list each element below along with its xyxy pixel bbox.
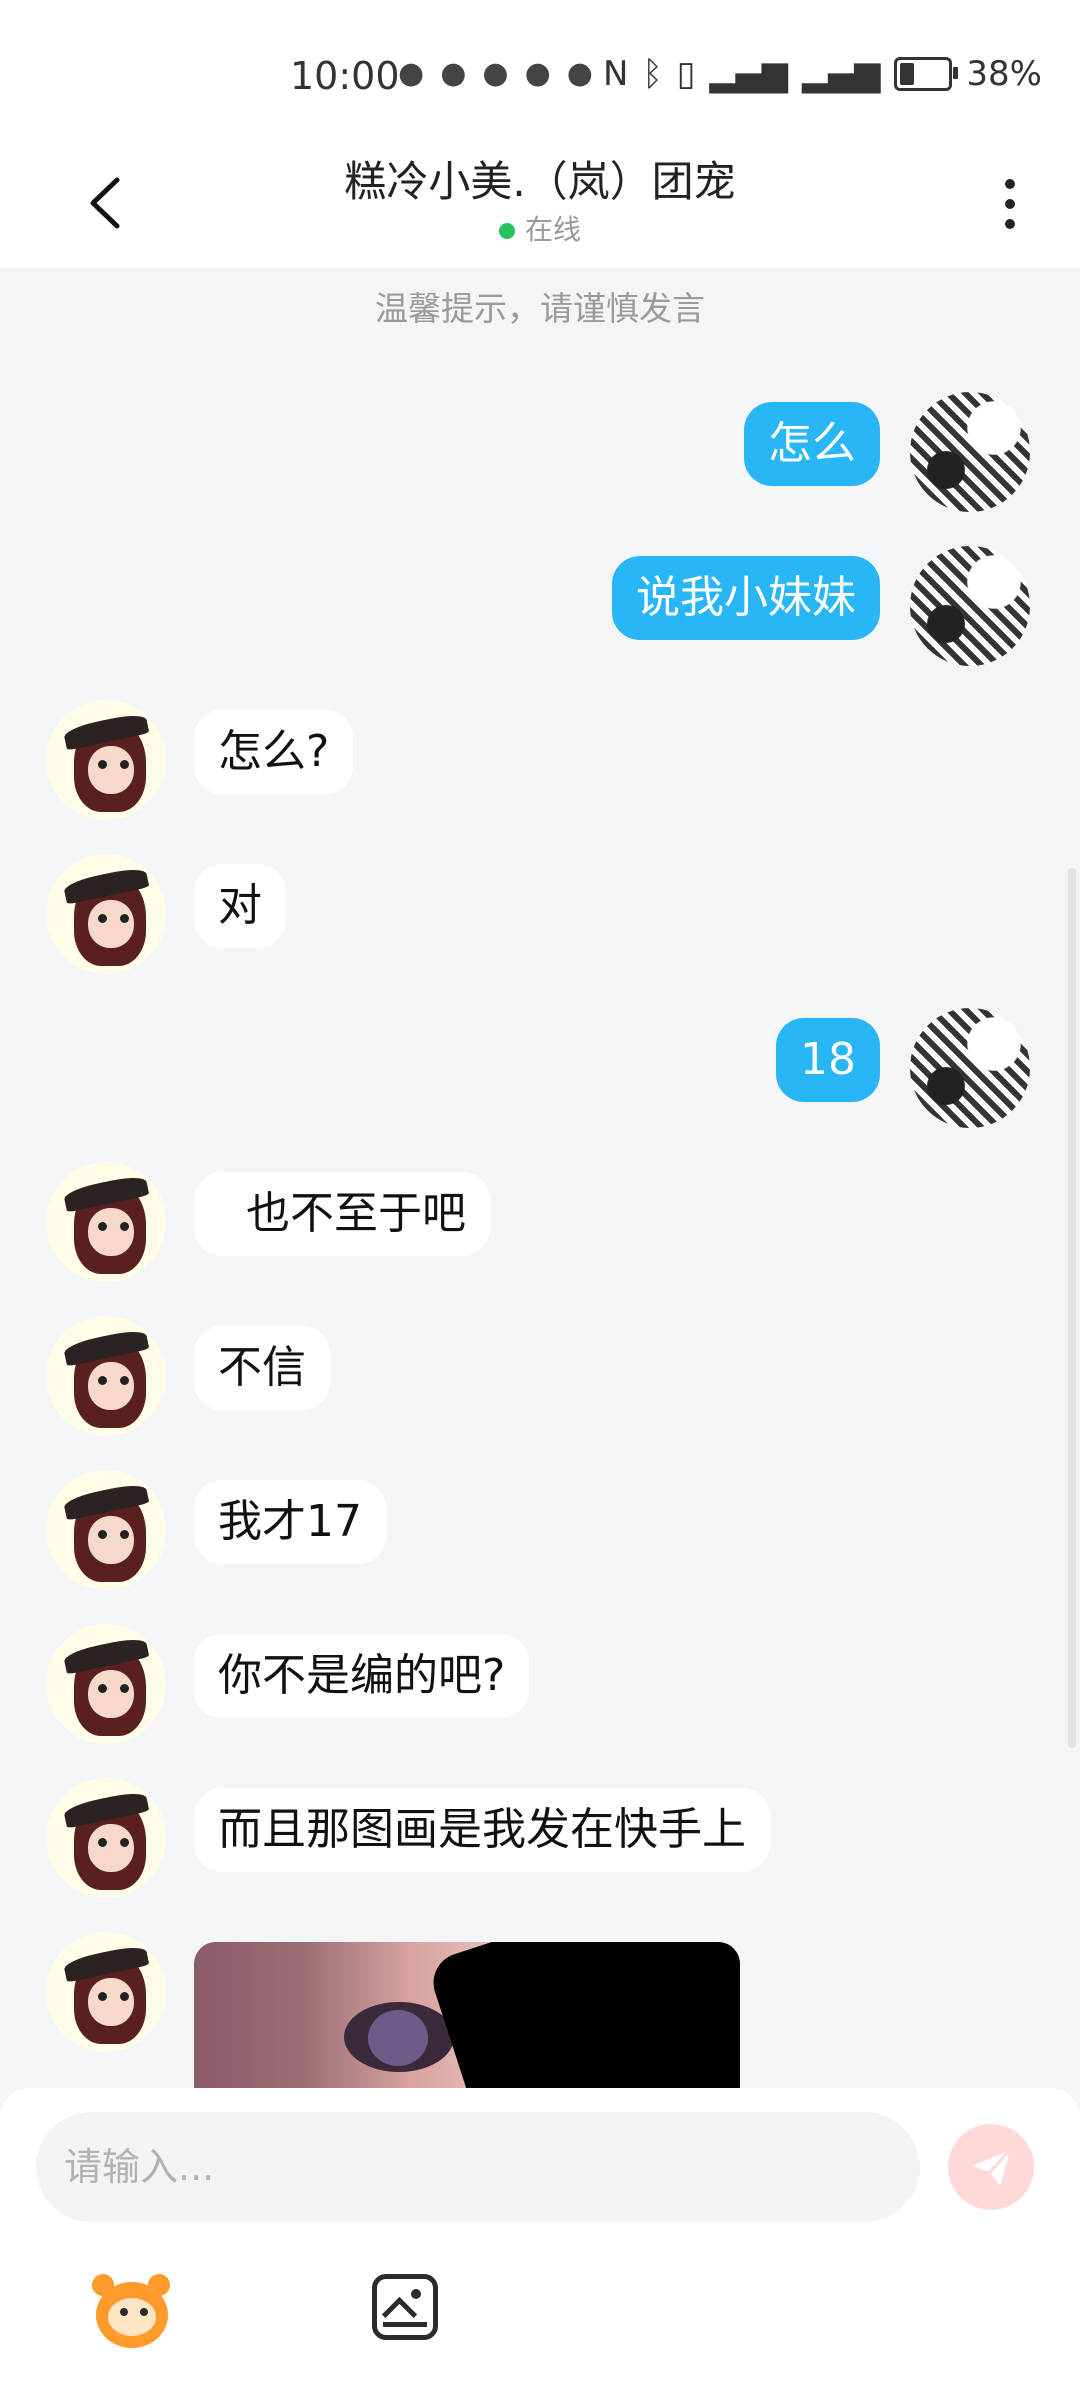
- notification-icons: ● ● ● ● ●: [398, 56, 593, 91]
- system-status: N ᛒ ▯ ▂▄▆ ▂▄▆ 38%: [603, 54, 1042, 94]
- contact-avatar[interactable]: [46, 854, 166, 974]
- bluetooth-icon: ᛒ: [642, 54, 663, 94]
- wechat-icon: ●: [398, 56, 425, 91]
- message-row: 怎么: [0, 392, 1080, 522]
- input-panel: [0, 2088, 1080, 2400]
- received-message-bubble[interactable]: 不信: [194, 1326, 330, 1410]
- received-message-bubble[interactable]: 而且那图画是我发在快手上: [194, 1788, 770, 1872]
- online-dot-icon: [498, 223, 515, 239]
- emoji-button[interactable]: [86, 2268, 180, 2362]
- my-avatar[interactable]: [910, 546, 1030, 666]
- message-row: 不信: [0, 1316, 1080, 1446]
- message-row: 怎么?: [0, 700, 1080, 830]
- received-message-bubble[interactable]: 也不至于吧: [194, 1172, 490, 1256]
- sent-message-bubble[interactable]: 怎么: [744, 402, 880, 486]
- contact-avatar[interactable]: [46, 1778, 166, 1898]
- received-message-bubble[interactable]: 怎么?: [194, 710, 354, 794]
- message-row: 你不是编的吧?: [0, 1624, 1080, 1754]
- more-options-button[interactable]: [980, 164, 1040, 244]
- more-dot-icon: [1005, 219, 1015, 229]
- more-dot-icon: [1005, 179, 1015, 189]
- sent-message-bubble[interactable]: 18: [776, 1018, 880, 1102]
- contact-avatar[interactable]: [46, 1624, 166, 1744]
- message-row: 18: [0, 1008, 1080, 1138]
- battery-percent: 38%: [966, 54, 1042, 94]
- send-icon: [972, 2148, 1012, 2186]
- received-message-bubble[interactable]: 我才17: [194, 1480, 386, 1564]
- my-avatar[interactable]: [910, 392, 1030, 512]
- message-row: 我才17: [0, 1470, 1080, 1600]
- my-avatar[interactable]: [910, 1008, 1030, 1128]
- message-row: 而且那图画是我发在快手上: [0, 1778, 1080, 1908]
- music-icon: ●: [482, 56, 509, 91]
- received-message-bubble[interactable]: 对: [194, 864, 286, 948]
- battery-icon: [894, 57, 959, 91]
- contact-avatar[interactable]: [46, 1162, 166, 1282]
- message-row: 也不至于吧: [0, 1162, 1080, 1292]
- message-row: 对: [0, 854, 1080, 984]
- chat-title: 糕冷小美.（岚）团宠: [344, 157, 736, 206]
- vibrate-icon: ▯: [676, 54, 696, 94]
- nfc-icon: N: [602, 54, 629, 94]
- status-bar: 10:00 ● ● ● ● ● N ᛒ ▯ ▂▄▆ ▂▄▆ 38%: [0, 0, 1080, 140]
- more-dot-icon: [1005, 199, 1015, 209]
- message-input[interactable]: [36, 2112, 976, 2222]
- contact-avatar[interactable]: [46, 700, 166, 820]
- received-message-bubble[interactable]: 你不是编的吧?: [194, 1634, 530, 1718]
- chat-tip: 温馨提示，请谨慎发言: [375, 289, 705, 328]
- chat-scrollbar[interactable]: [1068, 868, 1076, 1748]
- status-time: 10:00: [290, 54, 400, 98]
- message-row: 说我小妹妹: [0, 546, 1080, 676]
- chat-icon: ●: [566, 56, 593, 91]
- contact-avatar[interactable]: [46, 1316, 166, 1436]
- browser-icon: ●: [524, 56, 551, 91]
- contact-avatar[interactable]: [46, 1470, 166, 1590]
- chat-header: 糕冷小美.（岚）团宠 在线: [0, 140, 1080, 268]
- online-status: 在线: [0, 208, 1080, 248]
- sent-message-bubble[interactable]: 说我小妹妹: [612, 556, 880, 640]
- online-status-label: 在线: [524, 213, 581, 246]
- signal-4g-icon: ▂▄▆: [709, 54, 788, 94]
- send-button[interactable]: [948, 2124, 1034, 2210]
- message-input-container[interactable]: [36, 2112, 976, 2222]
- received-image-message[interactable]: [194, 1942, 740, 2088]
- baidu-icon: ●: [440, 56, 467, 91]
- image-picker-button[interactable]: [372, 2274, 438, 2340]
- contact-avatar[interactable]: [46, 1932, 166, 2052]
- signal-4g-icon: ▂▄▆: [801, 54, 881, 94]
- chat-area[interactable]: 温馨提示，请谨慎发言 怎么 说我小妹妹 怎么? 对 18 也不至于吧 不信 我才…: [0, 268, 1080, 2088]
